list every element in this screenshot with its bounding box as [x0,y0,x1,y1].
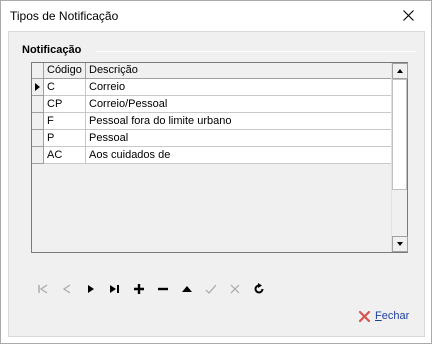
groupbox-divider [96,51,416,52]
delete-record-icon [158,287,168,291]
row-indicator[interactable] [32,96,44,113]
window-close-button[interactable] [393,4,425,28]
row-indicator[interactable] [32,130,44,147]
delete-record-button[interactable] [151,280,175,298]
fechar-button[interactable]: Fechar [359,308,409,324]
column-header-codigo[interactable]: Código [44,63,86,79]
dialog-body: Notificação Código Descrição C Correio CP C… [8,31,425,337]
last-record-icon [110,285,119,293]
cell-descricao[interactable]: Pessoal fora do limite urbano [86,113,392,130]
fechar-label: Fechar [375,310,410,322]
indicator-header [32,63,44,79]
record-navigator [31,280,271,298]
notification-types-grid[interactable]: Código Descrição C Correio CP Correio/Pesso… [31,62,408,253]
cancel-record-icon [230,284,240,294]
current-row-arrow-icon [35,83,40,91]
prior-record-button[interactable] [55,280,79,298]
cell-codigo[interactable]: AC [44,147,86,164]
next-record-icon [88,285,94,293]
row-indicator[interactable] [32,113,44,130]
arrow-down-icon [397,242,403,246]
insert-record-icon [134,284,144,294]
cell-descricao[interactable]: Aos cuidados de [86,147,392,164]
insert-record-button[interactable] [127,280,151,298]
table-row[interactable]: C Correio [32,79,392,96]
post-record-button[interactable] [199,280,223,298]
window-title: Tipos de Notificação [10,9,119,23]
scroll-up-button[interactable] [392,63,408,79]
cell-codigo[interactable]: F [44,113,86,130]
table-row[interactable]: CP Correio/Pessoal [32,96,392,113]
notificacao-groupbox: Notificação Código Descrição C Correio CP C… [20,44,416,294]
table-row[interactable]: F Pessoal fora do limite urbano [32,113,392,130]
first-record-icon [38,284,48,294]
dialog-window: Tipos de Notificação Notificação Código … [0,0,432,344]
cell-descricao[interactable]: Correio/Pessoal [86,96,392,113]
prior-record-icon [62,284,71,294]
refresh-icon [254,283,264,294]
row-indicator[interactable] [32,147,44,164]
first-record-button[interactable] [31,280,55,298]
refresh-button[interactable] [247,280,271,298]
edit-record-button[interactable] [175,280,199,298]
cell-codigo[interactable]: CP [44,96,86,113]
close-icon [403,10,414,21]
grid-body: C Correio CP Correio/Pessoal F Pessoal fora d… [32,79,392,164]
groupbox-title: Notificação [22,44,86,56]
close-red-x-icon [359,310,370,322]
cell-descricao[interactable]: Correio [86,79,392,96]
cell-codigo[interactable]: C [44,79,86,96]
edit-record-icon [182,286,192,292]
title-bar[interactable]: Tipos de Notificação [1,1,431,31]
table-row[interactable]: AC Aos cuidados de [32,147,392,164]
column-header-descricao[interactable]: Descrição [86,63,392,79]
table-row[interactable]: P Pessoal [32,130,392,147]
vertical-scrollbar[interactable] [391,63,408,252]
cell-codigo[interactable]: P [44,130,86,147]
post-record-icon [205,284,217,294]
cancel-record-button[interactable] [223,280,247,298]
scroll-thumb[interactable] [392,79,407,190]
scroll-down-button[interactable] [392,236,408,252]
cell-descricao[interactable]: Pessoal [86,130,392,147]
arrow-up-icon [397,69,403,73]
next-record-button[interactable] [79,280,103,298]
row-indicator[interactable] [32,79,44,96]
last-record-button[interactable] [103,280,127,298]
grid-header: Código Descrição [32,63,392,79]
